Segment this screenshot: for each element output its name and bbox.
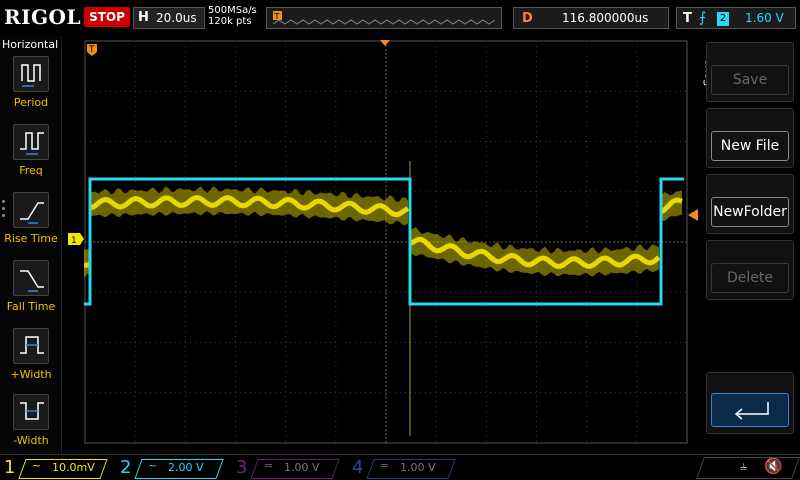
ch2-number: 2 <box>120 457 132 478</box>
waveform-overview-icon: T <box>272 11 496 25</box>
new-file-button[interactable]: New File <box>706 108 794 168</box>
negative-width-icon <box>13 394 49 430</box>
measure-negative-width-label: -Width <box>13 434 49 447</box>
ch1-coupling: ~ <box>32 459 42 472</box>
channel-status-bar: 1 ~ 10.0mV 2 ~ 2.00 V 3 = 1.00 V 4 = 1.0… <box>0 454 800 480</box>
measure-freq-item[interactable]: Freq <box>0 124 62 190</box>
measure-fall-time-label: Fall Time <box>6 300 56 313</box>
waveform-canvas: T 1 <box>68 40 698 444</box>
sample-rate: 500MSa/s <box>208 5 257 16</box>
measure-rise-time-item[interactable]: Rise Time <box>0 192 62 258</box>
delay-value: 116.800000us <box>562 11 649 25</box>
ch1-ground-marker: 1 <box>68 233 84 246</box>
ch1-trace <box>84 161 683 436</box>
svg-text:T: T <box>274 12 280 21</box>
fall-time-icon <box>13 260 49 296</box>
ch4-scale: 1.00 V <box>400 461 436 474</box>
run-stop-indicator[interactable]: STOP <box>84 7 130 27</box>
horizontal-timebase-box[interactable]: H 20.0us <box>133 7 205 29</box>
horizontal-key-label: H <box>138 10 149 25</box>
measure-positive-width-item[interactable]: +Width <box>0 328 62 394</box>
ch2-status[interactable]: 2 ~ 2.00 V <box>116 457 230 479</box>
trigger-position-marker: T <box>87 44 97 56</box>
period-icon <box>13 56 49 92</box>
delay-key-label: D <box>522 11 533 26</box>
new-folder-button-label: NewFolder <box>711 197 789 227</box>
ch3-coupling: = <box>264 459 274 472</box>
ch1-segment-2-envelope <box>410 227 659 277</box>
enter-button[interactable] <box>706 372 794 434</box>
delay-box[interactable]: D 116.800000us <box>513 7 669 29</box>
trigger-marker-label: T <box>88 45 95 55</box>
trigger-source-badge: 2 <box>717 12 729 26</box>
trigger-level-marker <box>688 209 698 221</box>
ch2-scale: 2.00 V <box>168 461 204 474</box>
ch1-number: 1 <box>4 457 16 478</box>
trigger-box[interactable]: T ⨍ 2 1.60 V <box>676 7 796 29</box>
trigger-position-bar[interactable]: T <box>266 7 502 29</box>
brand-logo: RIGOL <box>4 5 82 29</box>
graticule-grid <box>85 41 687 443</box>
horizontal-measure-menu: Horizontal Period Freq Rise Time Fall Ti… <box>0 36 62 454</box>
delete-button[interactable]: Delete <box>706 240 794 300</box>
ch3-scale: 1.00 V <box>284 461 320 474</box>
ch3-status[interactable]: 3 = 1.00 V <box>232 457 346 479</box>
memory-depth: 120k pts <box>208 16 252 27</box>
new-folder-button[interactable]: NewFolder <box>706 174 794 234</box>
measure-rise-time-label: Rise Time <box>4 232 58 245</box>
measure-positive-width-label: +Width <box>10 368 52 381</box>
trigger-key-label: T <box>683 11 692 26</box>
enter-return-icon <box>711 393 789 427</box>
measure-negative-width-item[interactable]: -Width <box>0 394 62 460</box>
measure-period-item[interactable]: Period <box>0 56 62 122</box>
save-button-label: Save <box>711 65 789 95</box>
measure-freq-label: Freq <box>19 164 43 177</box>
top-status-bar: RIGOL STOP H 20.0us 500MSa/s 120k pts T … <box>0 0 800 36</box>
ch4-number: 4 <box>352 457 364 478</box>
rise-time-icon <box>13 192 49 228</box>
delay-center-marker <box>380 40 390 46</box>
ch2-coupling: ~ <box>148 459 158 472</box>
acquisition-info: 500MSa/s 120k pts <box>208 5 257 27</box>
delete-button-label: Delete <box>711 263 789 293</box>
ch1-status[interactable]: 1 ~ 10.0mV <box>0 457 114 479</box>
timebase-value: 20.0us <box>156 11 197 25</box>
positive-width-icon <box>13 328 49 364</box>
ch4-coupling: = <box>380 459 390 472</box>
status-icons-frame <box>695 457 800 479</box>
sound-mute-icon[interactable]: 🔇 <box>764 457 783 475</box>
ch3-number: 3 <box>236 457 248 478</box>
menu-title: Horizontal <box>2 38 59 51</box>
measure-period-label: Period <box>13 96 49 109</box>
rising-edge-icon: ⨍ <box>699 10 707 26</box>
ch4-status[interactable]: 4 = 1.00 V <box>348 457 462 479</box>
trigger-level-value: 1.60 V <box>745 11 784 25</box>
waveform-display[interactable]: T 1 <box>62 36 702 454</box>
measure-fall-time-item[interactable]: Fall Time <box>0 260 62 326</box>
freq-icon <box>13 124 49 160</box>
ch1-marker-label: 1 <box>71 236 77 246</box>
new-file-button-label: New File <box>711 131 789 161</box>
usb-icon: ⫨ <box>740 459 748 474</box>
save-menu: Save Save New File NewFolder Delete <box>702 36 800 454</box>
save-button[interactable]: Save <box>706 42 794 102</box>
ch1-scale: 10.0mV <box>52 461 95 474</box>
